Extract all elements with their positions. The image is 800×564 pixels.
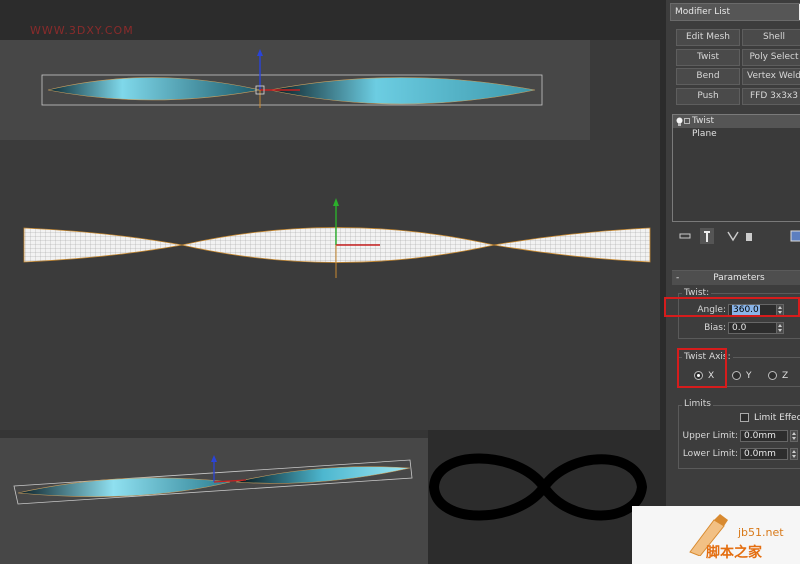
axis-z-radio[interactable] [768,371,777,380]
stack-item-label: Plane [692,129,717,139]
expand-icon[interactable] [684,118,690,124]
poly-select-button[interactable]: Poly Select [742,49,800,66]
angle-highlight-box [664,297,800,317]
shell-button[interactable]: Shell [742,29,800,46]
stack-item-plane[interactable]: Plane [673,128,800,141]
edit-mesh-button[interactable]: Edit Mesh [676,29,740,46]
make-unique-icon[interactable] [726,228,740,244]
rollout-title: Parameters [713,273,765,283]
lower-limit-arrows-icon[interactable] [790,448,798,460]
upper-limit-spinner[interactable]: 0.0mm [740,430,788,442]
axis-y-radio[interactable] [732,371,741,380]
push-button[interactable]: Push [676,88,740,105]
lower-limit-label: Lower Limit: [682,449,738,459]
twisted-plane-wireframe [23,198,651,278]
viewport-bottom-render[interactable] [0,438,428,564]
twisted-plane-shaded-bottom [13,455,413,505]
viewport-infinity-preview [428,430,660,564]
lightbulb-icon[interactable] [676,117,683,126]
limit-effect-checkbox[interactable] [740,413,749,422]
show-end-result-icon[interactable] [700,228,714,244]
ffd-3x3x3-button[interactable]: FFD 3x3x3 [742,88,800,105]
bias-spinner-arrows-icon[interactable] [776,322,784,334]
pin-stack-icon[interactable] [678,228,692,244]
vertex-weld-button[interactable]: Vertex Weld [742,68,800,85]
bias-spinner[interactable]: 0.0 [728,322,778,334]
twisted-plane-shaded-top [41,49,543,108]
configure-modifier-sets-icon[interactable] [790,228,800,244]
axis-y-label: Y [746,371,752,381]
modifier-list-dropdown[interactable]: Modifier List [670,3,800,21]
axis-z-label: Z [782,371,789,381]
watermark-site: jb51.net [738,526,784,539]
stack-item-label: Twist [692,116,715,126]
bend-button[interactable]: Bend [676,68,740,85]
upper-limit-value: 0.0mm [744,431,776,441]
limits-group-label: Limits [682,399,713,409]
upper-limit-arrows-icon[interactable] [790,430,798,442]
lower-limit-spinner[interactable]: 0.0mm [740,448,788,460]
modifier-list-label: Modifier List [675,7,730,17]
stack-item-twist[interactable]: Twist [673,115,800,128]
watermark-cn: 脚本之家 [706,545,762,561]
bias-label: Bias: [704,323,726,333]
modifier-stack[interactable]: Twist Plane [672,114,800,222]
twist-axis-highlight-box [677,348,727,388]
infinity-shape-icon [428,453,648,521]
collapse-icon[interactable]: - [676,271,679,285]
viewport-top-right-empty [590,40,660,140]
watermark-top: WWW.3DXY.COM [30,24,134,37]
stack-toolbar [678,228,800,246]
twist-button[interactable]: Twist [676,49,740,66]
parameters-rollout-header[interactable]: - Parameters [672,271,800,285]
viewport-area[interactable]: WWW.3DXY.COM [0,0,660,564]
bias-value: 0.0 [732,323,747,333]
lower-limit-value: 0.0mm [744,449,776,459]
viewport-top-render[interactable] [0,40,590,140]
remove-modifier-icon[interactable] [742,228,756,244]
command-panel: Modifier List Edit Mesh Shell Twist Poly… [660,0,800,564]
upper-limit-label: Upper Limit: [682,431,738,441]
viewport-wireframe[interactable] [0,140,660,430]
limit-effect-label: Limit Effect [754,413,800,423]
